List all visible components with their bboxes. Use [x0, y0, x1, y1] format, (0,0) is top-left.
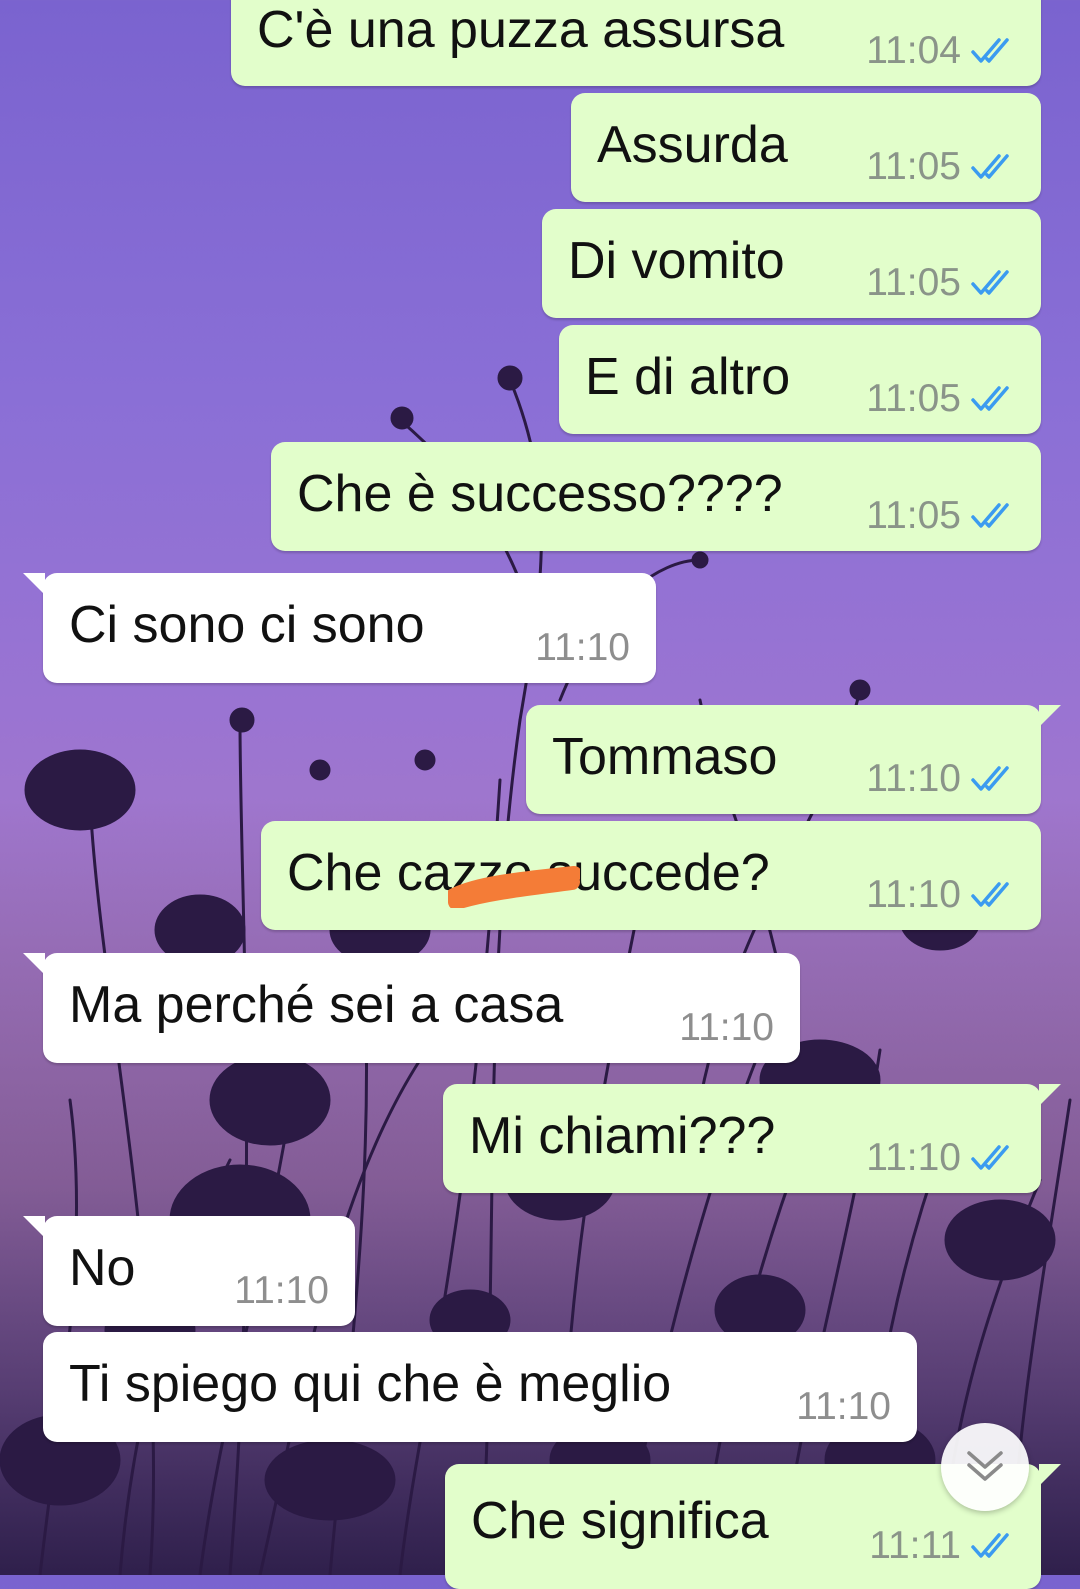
message-text: Di vomito — [568, 231, 785, 290]
message-time: 11:05 — [866, 145, 961, 188]
message-time: 11:04 — [866, 29, 961, 72]
double-check-read-icon — [971, 385, 1009, 411]
message-text: Ci sono ci sono — [69, 595, 425, 654]
double-check-read-icon — [971, 1144, 1009, 1170]
double-check-read-icon — [971, 502, 1009, 528]
message-bubble-incoming[interactable]: No 11:10 — [23, 1216, 355, 1326]
message-time: 11:10 — [866, 873, 961, 916]
message-text: Assurda — [597, 115, 788, 174]
message-bubble-outgoing[interactable]: Tommaso 11:10 — [526, 705, 1061, 814]
message-time: 11:10 — [796, 1385, 891, 1428]
message-bubble-outgoing[interactable]: Di vomito 11:05 — [542, 209, 1041, 318]
message-time: 11:05 — [866, 494, 961, 537]
message-bubble-outgoing[interactable]: Che è successo???? 11:05 — [271, 442, 1041, 551]
message-bubble-outgoing[interactable]: E di altro 11:05 — [559, 325, 1041, 434]
message-time: 11:10 — [679, 1006, 774, 1049]
message-bubble-incoming[interactable]: Ti spiego qui che è meglio 11:10 — [43, 1332, 917, 1442]
double-check-read-icon — [971, 765, 1009, 791]
message-text: E di altro — [585, 347, 791, 406]
message-text: Ma perché sei a casa — [69, 975, 564, 1034]
double-check-read-icon — [971, 37, 1009, 63]
message-time: 11:10 — [866, 1136, 961, 1179]
message-bubble-outgoing[interactable]: C'è una puzza assursa 11:04 — [231, 0, 1041, 86]
message-text: Che è successo???? — [297, 464, 783, 523]
scroll-to-bottom-button[interactable] — [941, 1423, 1029, 1511]
message-text: C'è una puzza assursa — [257, 0, 785, 59]
message-text: Che cazzo succede? — [287, 843, 770, 902]
message-time: 11:10 — [535, 626, 630, 669]
double-check-read-icon — [971, 1532, 1009, 1558]
message-time: 11:05 — [866, 377, 961, 420]
double-check-read-icon — [971, 153, 1009, 179]
message-time: 11:05 — [866, 261, 961, 304]
message-text: Che significa — [471, 1491, 769, 1550]
message-time: 11:10 — [866, 757, 961, 800]
double-chevron-down-icon — [967, 1451, 1003, 1481]
message-bubble-incoming[interactable]: Ma perché sei a casa 11:10 — [23, 953, 800, 1063]
message-bubble-outgoing[interactable]: Che cazzo succede? 11:10 — [261, 821, 1041, 930]
message-bubble-outgoing[interactable]: Assurda 11:05 — [571, 93, 1041, 202]
message-text: No — [69, 1238, 136, 1297]
message-text: Tommaso — [552, 727, 778, 786]
message-bubble-outgoing[interactable]: Mi chiami??? 11:10 — [443, 1084, 1061, 1193]
message-time: 11:10 — [234, 1269, 329, 1312]
message-list[interactable]: C'è una puzza assursa 11:04 Assurda 11:0… — [0, 0, 1080, 1589]
message-time: 11:11 — [869, 1524, 961, 1567]
double-check-read-icon — [971, 881, 1009, 907]
double-check-read-icon — [971, 269, 1009, 295]
message-text: Mi chiami??? — [469, 1106, 776, 1165]
message-text: Ti spiego qui che è meglio — [69, 1354, 672, 1413]
message-bubble-incoming[interactable]: Ci sono ci sono 11:10 — [23, 573, 656, 683]
